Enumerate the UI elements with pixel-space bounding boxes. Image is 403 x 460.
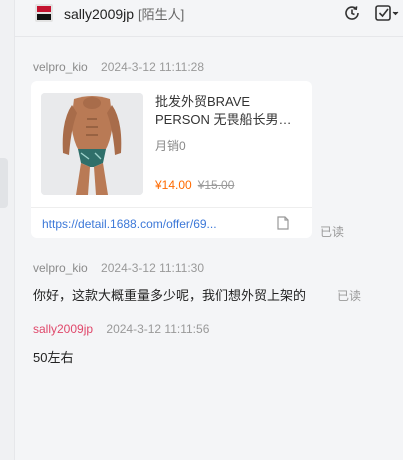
product-link[interactable]: https://detail.1688.com/offer/69... [42,217,217,231]
product-card[interactable]: 批发外贸BRAVE PERSON 无畏船长男… 月销0 ¥14.00 ¥15.00… [31,81,312,238]
history-icon[interactable] [342,3,362,23]
timestamp: 2024-3-12 11:11:30 [101,261,205,275]
left-panel-toggle[interactable] [0,158,8,208]
timestamp: 2024-3-12 11:11:56 [106,322,210,336]
message-text: 50左右 [33,350,74,365]
avatar[interactable] [35,4,53,22]
checklist-dropdown-icon[interactable] [373,3,401,23]
chat-header: sally2009jp [陌生人] [15,0,403,37]
message-text: 你好，这款大概重量多少呢，我们想外贸上架的 [33,288,307,303]
message-meta: velpro_kio 2024-3-12 11:11:30 [33,261,204,275]
sender-name: velpro_kio [33,261,88,275]
read-status: 已读 [337,289,362,303]
current-price: ¥14.00 [155,178,192,192]
left-panel-edge [0,0,15,460]
message-meta: velpro_kio 2024-3-12 11:11:28 [33,60,204,74]
product-title[interactable]: 批发外贸BRAVE PERSON 无畏船长男… [155,93,305,129]
sender-name: sally2009jp [33,322,94,336]
product-card-body[interactable]: 批发外贸BRAVE PERSON 无畏船长男… 月销0 ¥14.00 ¥15.00 [31,81,312,207]
timestamp: 2024-3-12 11:11:28 [101,60,205,74]
product-link-bar[interactable]: https://detail.1688.com/offer/69... [31,207,312,238]
copy-document-icon[interactable] [277,216,289,235]
contact-name: sally2009jp [64,6,135,22]
product-thumbnail[interactable] [41,93,143,195]
original-price: ¥15.00 [197,178,235,192]
message-meta: sally2009jp 2024-3-12 11:11:56 [33,322,209,336]
monthly-sales: 月销0 [155,139,186,153]
read-status: 已读 [320,225,345,239]
sender-name: velpro_kio [33,60,88,74]
product-price: ¥14.00 ¥15.00 [155,178,234,192]
chat-pane: sally2009jp [陌生人] velpro_kio 2024-3-12 1… [15,0,403,460]
contact-title: sally2009jp [陌生人] [64,4,184,23]
relation-tag: [陌生人] [137,7,185,22]
